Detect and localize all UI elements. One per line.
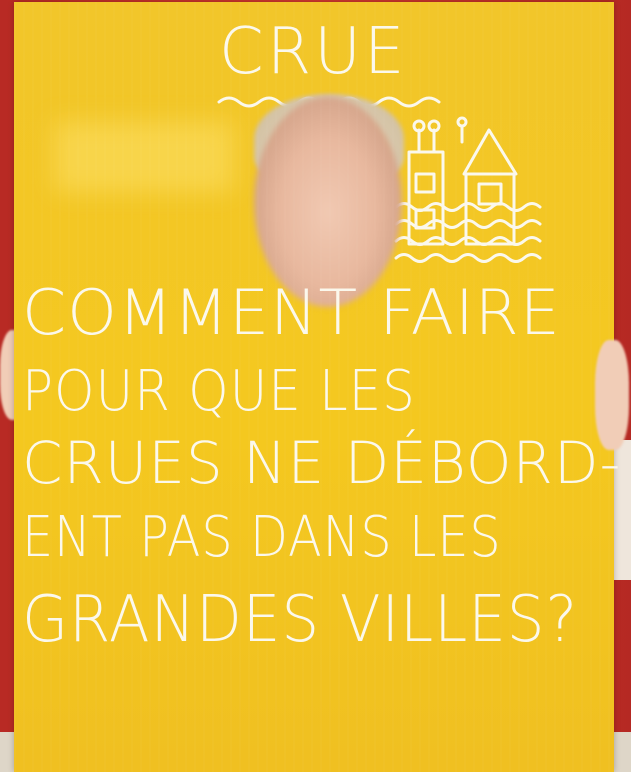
sign-line-5: GRANDES VILLES? <box>22 583 578 657</box>
sign-line-4: ENT PAS DANS LES <box>22 505 502 570</box>
sign-line-2: POUR QUE LES <box>22 359 416 424</box>
yellow-sign-board: CRUE COMMENT FAIRE POUR QUE LES CRUES NE… <box>14 2 620 772</box>
right-hand <box>595 340 629 450</box>
sign-line-1: COMMENT FAIRE <box>22 276 561 349</box>
sign-line-3: CRUES NE DÉBORD- <box>22 429 622 497</box>
